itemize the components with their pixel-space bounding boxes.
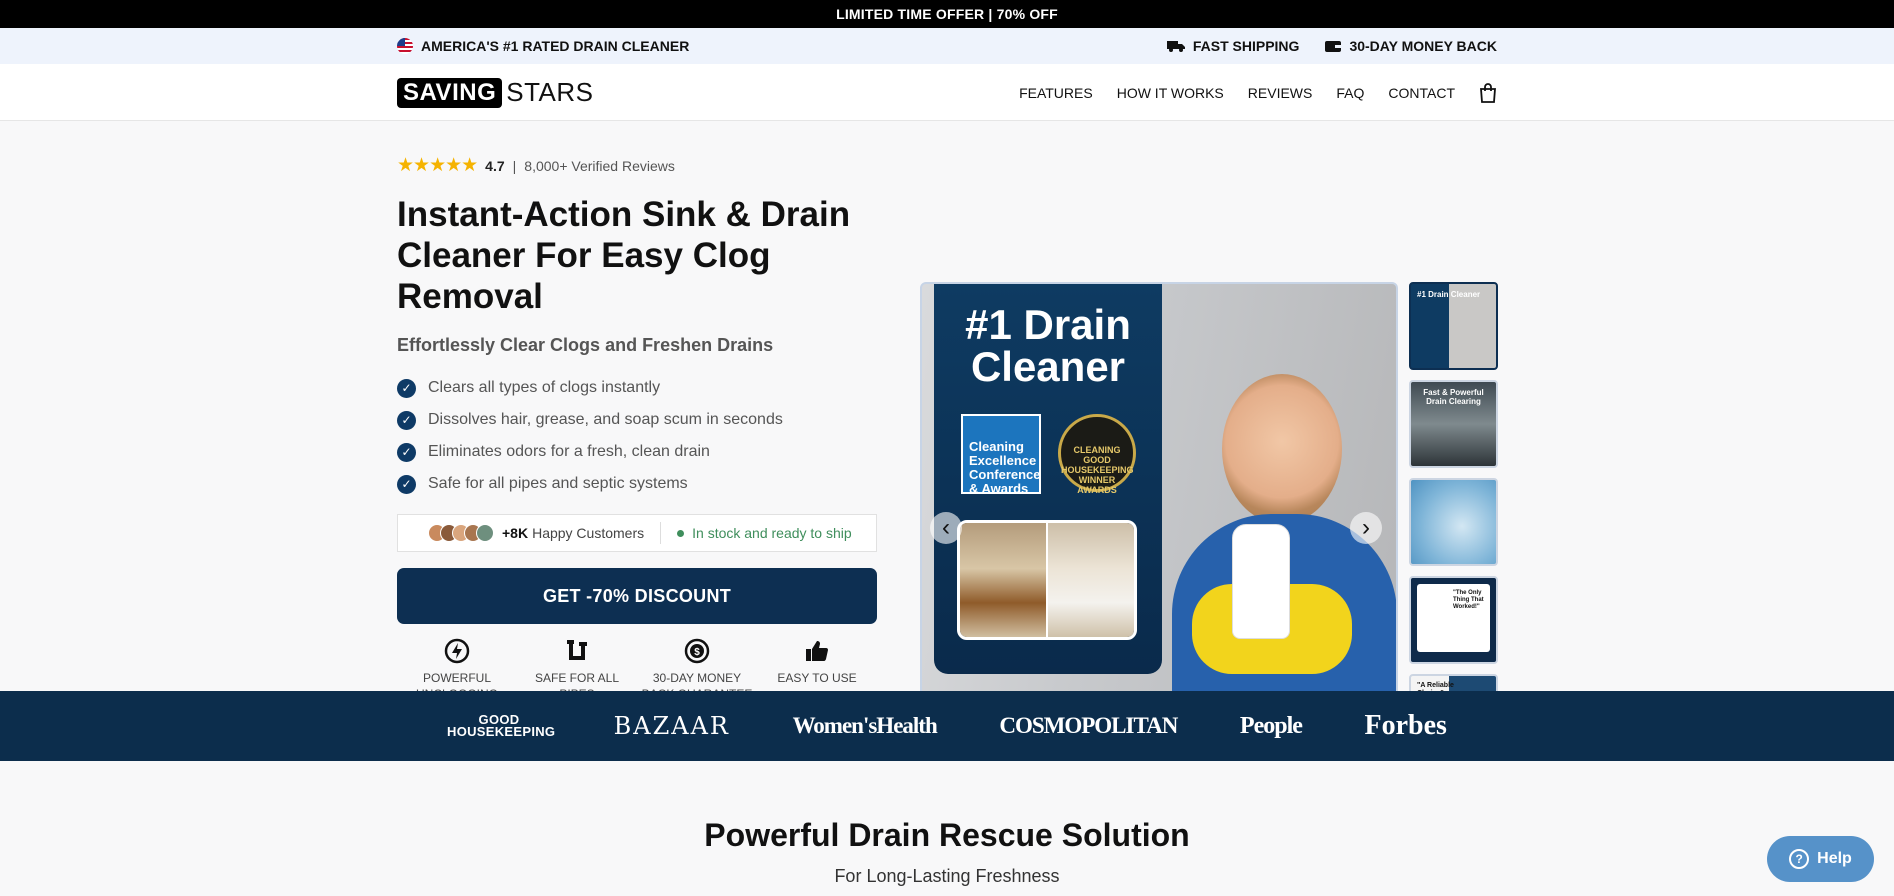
thumbnail-1[interactable]: #1 Drain Cleaner (1409, 282, 1498, 370)
panel-title-line-2: Cleaner (970, 343, 1126, 390)
wallet-icon (1325, 41, 1342, 52)
customer-avatars (428, 524, 494, 542)
check-icon: ✓ (397, 474, 416, 494)
thumbnail-caption: "The Only Thing That Worked!" (1453, 590, 1484, 610)
hero-subtitle: Effortlessly Clear Clogs and Freshen Dra… (397, 335, 774, 355)
rating-value: 4.7 (485, 157, 505, 174)
pipe-icon (567, 640, 587, 660)
thumbnail-caption: Fast & Powerful Drain Clearing (1423, 388, 1484, 406)
question-icon: ? (1789, 849, 1810, 869)
product-bottle (1232, 524, 1290, 639)
svg-text:$: $ (694, 647, 700, 658)
next-image-button[interactable]: › (1350, 512, 1382, 544)
lightning-icon (444, 638, 470, 664)
award-logo: Cleaning Excellence Conference & Awards (961, 414, 1041, 496)
model-photo (1222, 374, 1342, 524)
thumbnail-2[interactable]: Fast & Powerful Drain Clearing (1409, 380, 1498, 468)
feature-text: Eliminates odors for a fresh, clean drai… (428, 443, 710, 460)
trust-bar: AMERICA'S #1 RATED DRAIN CLEANER FAST SH… (0, 28, 1894, 64)
hero-section: ★★★★★ 4.7 | 8,000+ Verified Reviews Inst… (0, 121, 1894, 762)
shopping-bag-icon[interactable] (1479, 82, 1497, 103)
stock-text: In stock and ready to ship (692, 525, 852, 541)
rating-separator: | (512, 157, 517, 174)
nav-reviews[interactable]: REVIEWS (1248, 85, 1313, 101)
list-item: ✓ Eliminates odors for a fresh, clean dra… (397, 436, 877, 468)
social-proof-box: +8K Happy Customers In stock and ready t… (397, 514, 877, 552)
thumbnail-3[interactable] (1409, 478, 1498, 566)
nav-how-it-works[interactable]: HOW IT WORKS (1117, 85, 1224, 101)
truck-icon (1166, 41, 1185, 52)
list-item: ✓ Dissolves hair, grease, and soap scum i… (397, 404, 877, 436)
rating-row: ★★★★★ 4.7 | 8,000+ Verified Reviews (397, 154, 877, 177)
chevron-right-icon: › (1362, 514, 1370, 541)
press-logo-womens-health: Women'sHealth (792, 713, 938, 738)
award-seal: CLEANING GOOD HOUSEKEEPING WINNER AWARDS (1058, 414, 1136, 495)
chevron-left-icon: ‹ (942, 514, 950, 541)
before-after-image (957, 520, 1137, 640)
star-rating-icon: ★★★★★ (397, 155, 478, 176)
list-item: ✓ Safe for all pipes and septic systems (397, 468, 877, 500)
press-logo-good-housekeeping: GOOD HOUSEKEEPING (447, 712, 556, 739)
section-subtitle: For Long-Lasting Freshness (834, 866, 1060, 886)
promo-panel: #1 Drain Cleaner Cleaning Excellence Con… (934, 284, 1162, 674)
hero-title-line-1: Instant-Action Sink & Drain (397, 195, 851, 234)
check-icon: ✓ (397, 410, 416, 430)
divider (660, 522, 662, 544)
help-button[interactable]: ? Help (1767, 836, 1874, 882)
logo-bold: SAVING (397, 77, 503, 108)
us-flag-icon (397, 38, 413, 54)
money-back-icon: $ (684, 638, 710, 664)
nav-features[interactable]: FEATURES (1019, 85, 1093, 101)
feature-text: Safe for all pipes and septic systems (428, 475, 688, 492)
list-item: ✓ Clears all types of clogs instantly (397, 372, 877, 404)
hero-title: Instant-Action Sink & Drain Cleaner For … (397, 194, 877, 317)
thumbnail-4[interactable]: "The Only Thing That Worked!" (1409, 576, 1498, 664)
avatar (476, 524, 494, 542)
press-logo-forbes: Forbes (1364, 710, 1447, 741)
press-logo-people: People (1239, 712, 1303, 739)
trust-rated-text: AMERICA'S #1 RATED DRAIN CLEANER (421, 38, 690, 54)
logo-light: STARS (506, 77, 594, 107)
stock-status: In stock and ready to ship (677, 525, 852, 541)
section-title: Powerful Drain Rescue Solution (704, 817, 1190, 853)
panel-title-line-1: #1 Drain (965, 301, 1131, 348)
feature-text: Dissolves hair, grease, and soap scum in… (428, 411, 783, 428)
logo[interactable]: SAVING STARS (397, 77, 594, 108)
promo-text: LIMITED TIME OFFER | 70% OFF (836, 6, 1058, 22)
thumbs-up-icon (806, 641, 828, 661)
prev-image-button[interactable]: ‹ (930, 512, 962, 544)
review-count: 8,000+ Verified Reviews (524, 157, 675, 174)
check-icon: ✓ (397, 442, 416, 462)
product-image-main[interactable]: #1 Drain Cleaner Cleaning Excellence Con… (920, 282, 1398, 761)
check-icon: ✓ (397, 378, 416, 398)
feature-text: Clears all types of clogs instantly (428, 379, 661, 396)
fast-shipping-text: FAST SHIPPING (1192, 38, 1300, 54)
promo-bar: LIMITED TIME OFFER | 70% OFF (0, 0, 1894, 28)
nav-contact[interactable]: CONTACT (1388, 85, 1455, 101)
panel-title: #1 Drain Cleaner (934, 304, 1162, 388)
press-logo-cosmopolitan: COSMOPOLITAN (999, 713, 1178, 738)
status-dot-icon (677, 529, 685, 537)
money-back-text: 30-DAY MONEY BACK (1349, 38, 1497, 54)
customers-label: Happy Customers (532, 525, 645, 541)
thumbnail-caption: #1 Drain Cleaner (1417, 290, 1481, 299)
solution-section: Powerful Drain Rescue Solution For Long-… (0, 761, 1894, 896)
nav-faq[interactable]: FAQ (1336, 85, 1364, 101)
customers-count: +8K (502, 525, 529, 541)
get-discount-button[interactable]: GET -70% DISCOUNT (397, 568, 877, 624)
help-label: Help (1817, 850, 1852, 867)
press-logos-bar: GOOD HOUSEKEEPING BAZAAR Women'sHealth C… (0, 691, 1894, 761)
press-logo-bazaar: BAZAAR (613, 712, 730, 740)
site-header: SAVING STARS FEATURES HOW IT WORKS REVIE… (0, 64, 1894, 121)
main-nav: FEATURES HOW IT WORKS REVIEWS FAQ CONTAC… (1019, 82, 1497, 103)
feature-list: ✓ Clears all types of clogs instantly ✓ Di… (397, 372, 877, 500)
badge-label: EASY TO USE (777, 671, 857, 685)
hero-title-line-2: Cleaner For Easy Clog Removal (397, 236, 771, 316)
